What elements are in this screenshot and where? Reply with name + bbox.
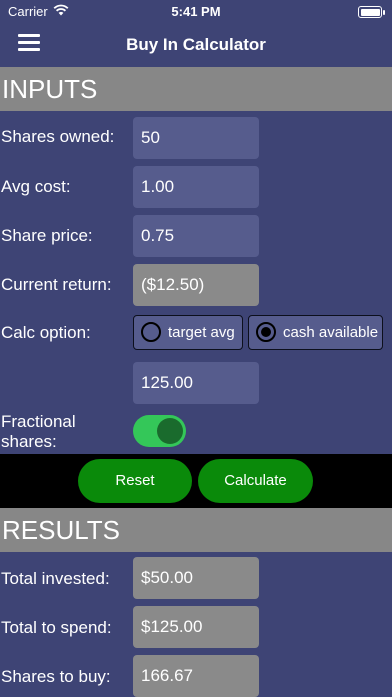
- fractional-shares-toggle[interactable]: [133, 415, 186, 447]
- fractional-label-line1: Fractional: [1, 412, 76, 431]
- avg-cost-label: Avg cost:: [1, 177, 71, 196]
- shares-owned-label: Shares owned:: [1, 127, 115, 146]
- status-bar: Carrier 5:41 PM: [0, 0, 392, 22]
- target-avg-label: target avg: [168, 324, 235, 341]
- target-avg-radio[interactable]: target avg: [133, 315, 243, 350]
- navigation-bar: Buy In Calculator: [0, 22, 392, 66]
- fractional-label-line2: shares:: [1, 432, 57, 451]
- fractional-shares-label: Fractional shares:: [1, 412, 76, 452]
- radio-circle-icon: [256, 322, 276, 342]
- cash-available-radio[interactable]: cash available: [248, 315, 383, 350]
- page-title: Buy In Calculator: [126, 35, 266, 54]
- shares-owned-input[interactable]: 50: [133, 117, 259, 159]
- calculate-button[interactable]: Calculate: [198, 459, 313, 503]
- results-section-header: RESULTS: [0, 508, 392, 552]
- total-to-spend-label: Total to spend:: [1, 618, 112, 637]
- reset-button[interactable]: Reset: [78, 459, 192, 503]
- status-time: 5:41 PM: [171, 4, 221, 19]
- calc-option-value-input[interactable]: 125.00: [133, 362, 259, 404]
- total-invested-label: Total invested:: [1, 569, 110, 588]
- total-to-spend-value: $125.00: [133, 606, 259, 648]
- current-return-value: ($12.50): [133, 264, 259, 306]
- radio-circle-icon: [141, 322, 161, 342]
- battery-icon: [358, 6, 385, 18]
- calc-option-label: Calc option:: [1, 323, 91, 342]
- share-price-label: Share price:: [1, 226, 93, 245]
- avg-cost-input[interactable]: 1.00: [133, 166, 259, 208]
- total-invested-value: $50.00: [133, 557, 259, 599]
- current-return-label: Current return:: [1, 275, 112, 294]
- shares-to-buy-value: 166.67: [133, 655, 259, 697]
- shares-to-buy-label: Shares to buy:: [1, 667, 111, 686]
- button-bar: Reset Calculate: [0, 454, 392, 508]
- cash-available-label: cash available: [283, 324, 379, 341]
- toggle-knob: [157, 418, 183, 444]
- share-price-input[interactable]: 0.75: [133, 215, 259, 257]
- inputs-section-header: INPUTS: [0, 67, 392, 111]
